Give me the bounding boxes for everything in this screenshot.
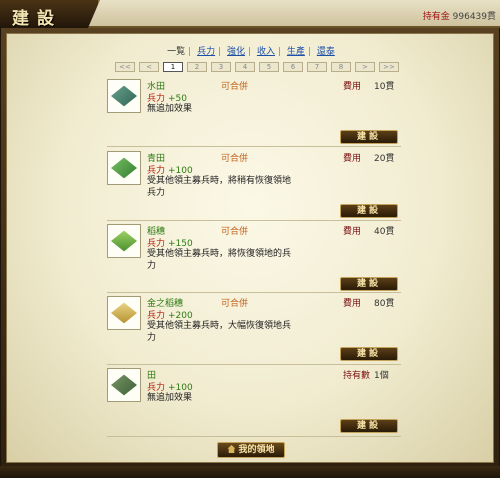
build-button[interactable]: 建設 — [340, 277, 398, 291]
owned-value: 1個 — [374, 371, 389, 381]
tab-separator: | — [248, 47, 252, 57]
page-title: 建設 — [12, 9, 62, 29]
building-item: 田 持有數 1個 兵力 +100 無追加效果 建設 — [107, 368, 401, 433]
home-icon — [227, 445, 236, 453]
pager-page-5[interactable]: 5 — [259, 62, 279, 72]
tab-income[interactable]: 收入 — [257, 44, 275, 57]
pager-page-3[interactable]: 3 — [211, 62, 231, 72]
merge-status: 可合併 — [221, 299, 249, 309]
my-land-button[interactable]: 我的領地 — [217, 442, 285, 458]
item-divider — [107, 436, 401, 437]
pager-prev-button[interactable]: < — [139, 62, 159, 72]
item-divider — [107, 292, 401, 293]
cost-label: 費用 — [343, 299, 362, 309]
tab-overview[interactable]: 一覧 — [167, 44, 185, 57]
merge-status: 可合併 — [221, 227, 249, 237]
my-land-label: 我的領地 — [238, 445, 275, 455]
cost-value: 20貫 — [374, 154, 395, 164]
pager-first-button[interactable]: << — [115, 62, 135, 72]
tab-separator: | — [277, 47, 282, 57]
merge-status: 可合併 — [221, 82, 249, 92]
merge-status: 可合併 — [221, 154, 249, 164]
field-icon — [107, 368, 141, 402]
cost-value: 40貫 — [374, 227, 395, 237]
owned-label: 持有數 — [343, 371, 371, 381]
build-button[interactable]: 建設 — [340, 347, 398, 361]
pager-page-6[interactable]: 6 — [283, 62, 303, 72]
build-button[interactable]: 建設 — [340, 204, 398, 218]
build-panel: 一覧 | 兵力 | 強化 | 收入 | 生產 | 還泰 << < 1 2 3 4 5 6 … — [6, 33, 494, 463]
pager-page-8[interactable]: 8 — [331, 62, 351, 72]
pager-page-1[interactable]: 1 — [163, 62, 183, 72]
building-item: 青田 可合併 費用 20貫 兵力 +100 受其他領主募兵時，將稍有恢復領地兵力 … — [107, 151, 401, 218]
header-bar: 建設 持有金 996439貫 — [0, 0, 500, 29]
build-button[interactable]: 建設 — [340, 419, 398, 433]
gold-display: 持有金 996439貫 — [423, 9, 496, 22]
cost-label: 費用 — [343, 154, 362, 164]
tab-separator: | — [218, 47, 222, 57]
tab-separator: | — [188, 47, 192, 57]
pager-page-4[interactable]: 4 — [235, 62, 255, 72]
pager-next-button[interactable]: > — [355, 62, 375, 72]
paddy-field-icon — [107, 79, 141, 113]
golden-rice-ear-icon — [107, 296, 141, 330]
item-divider — [107, 364, 401, 365]
bottom-bar — [0, 466, 500, 478]
cost-label: 費用 — [343, 227, 362, 237]
gold-label: 持有金 — [422, 12, 450, 22]
cost-value: 80貫 — [374, 299, 395, 309]
item-description: 受其他領主募兵時，將恢復領地的兵力 — [147, 249, 292, 271]
cost-value: 10貫 — [374, 82, 395, 92]
tab-power[interactable]: 兵力 — [197, 44, 215, 57]
rice-ear-icon — [107, 224, 141, 258]
tab-production[interactable]: 生產 — [287, 44, 305, 57]
item-description: 無追加效果 — [147, 393, 193, 403]
item-description: 受其他領主募兵時，大幅恢復領地兵力 — [147, 321, 292, 343]
item-description: 受其他領主募兵時，將稍有恢復領地兵力 — [147, 176, 292, 198]
pager-last-button[interactable]: >> — [379, 62, 399, 72]
gold-value: 996439貫 — [452, 12, 496, 22]
building-item: 金之稻穗 可合併 費用 80貫 兵力 +200 受其他領主募兵時，大幅恢復領地兵力… — [107, 296, 401, 361]
building-item: 稻穗 可合併 費用 40貫 兵力 +150 受其他領主募兵時，將恢復領地的兵力 建… — [107, 224, 401, 291]
item-divider — [107, 146, 401, 147]
pager-page-7[interactable]: 7 — [307, 62, 327, 72]
cost-label: 費用 — [343, 82, 362, 92]
build-button[interactable]: 建設 — [340, 130, 398, 144]
item-description: 無追加效果 — [147, 104, 193, 114]
pager-page-2[interactable]: 2 — [187, 62, 207, 72]
tab-separator: | — [307, 47, 311, 57]
item-divider — [107, 220, 401, 221]
tab-other[interactable]: 還泰 — [317, 44, 335, 57]
building-item: 水田 可合併 費用 10貫 兵力 +50 無追加效果 建設 — [107, 79, 401, 144]
tab-strengthen[interactable]: 強化 — [227, 44, 245, 57]
category-tabs: 一覧 | 兵力 | 強化 | 收入 | 生產 | 還泰 — [7, 44, 495, 57]
green-field-icon — [107, 151, 141, 185]
